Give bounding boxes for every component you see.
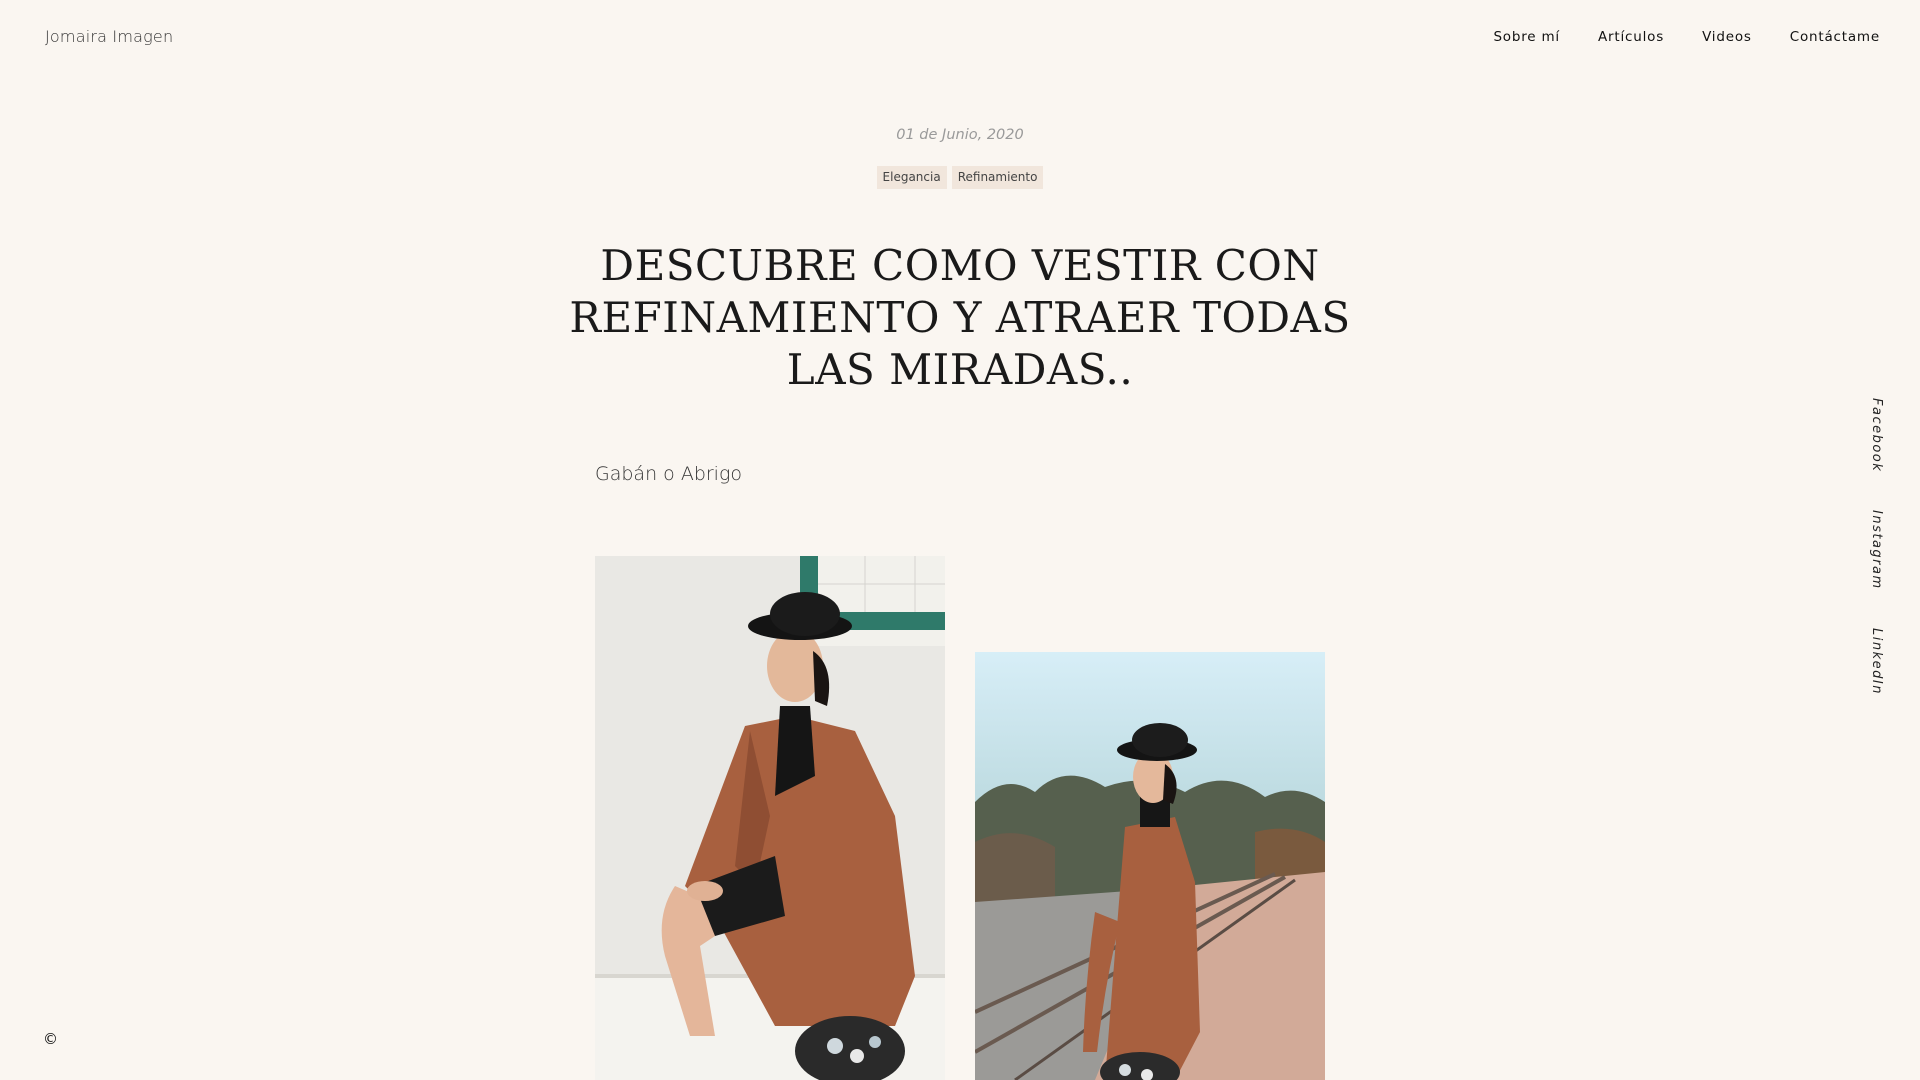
nav-item-contactame[interactable]: Contáctame (1790, 29, 1880, 45)
title-line-3: LAS MIRADAS.. (786, 345, 1134, 394)
social-links: Facebook Instagram LinkedIn (1869, 398, 1884, 695)
nav-item-sobre-mi[interactable]: Sobre mí (1493, 29, 1560, 45)
tag-refinamiento[interactable]: Refinamiento (951, 166, 1044, 189)
social-link-instagram[interactable]: Instagram (1869, 510, 1884, 590)
social-link-facebook[interactable]: Facebook (1869, 398, 1884, 472)
copyright-symbol: © (43, 1030, 58, 1048)
article-date: 01 de Junio, 2020 (896, 127, 1024, 143)
article-photo-railway (975, 652, 1325, 1080)
article-photo-seated (595, 556, 945, 1080)
tag-elegancia[interactable]: Elegancia (876, 166, 947, 189)
title-line-1: DESCUBRE COMO VESTIR CON (600, 241, 1320, 290)
main-nav: Sobre mí Artículos Videos Contáctame (1493, 29, 1880, 45)
section-subtitle: Gabán o Abrigo (595, 463, 742, 485)
brand-logo-link[interactable]: Jomaira Imagen (45, 27, 173, 46)
title-line-2: REFINAMIENTO Y ATRAER TODAS (569, 293, 1351, 342)
nav-item-articulos[interactable]: Artículos (1598, 29, 1664, 45)
nav-item-videos[interactable]: Videos (1702, 29, 1752, 45)
article-title: DESCUBRE COMO VESTIR CON REFINAMIENTO Y … (560, 240, 1360, 396)
page: Jomaira Imagen Sobre mí Artículos Videos… (0, 0, 1920, 1080)
railway-woman-image (975, 652, 1325, 1080)
seated-woman-image (595, 556, 945, 1080)
tag-list: Elegancia Refinamiento (0, 166, 1920, 189)
social-link-linkedin[interactable]: LinkedIn (1869, 628, 1884, 695)
